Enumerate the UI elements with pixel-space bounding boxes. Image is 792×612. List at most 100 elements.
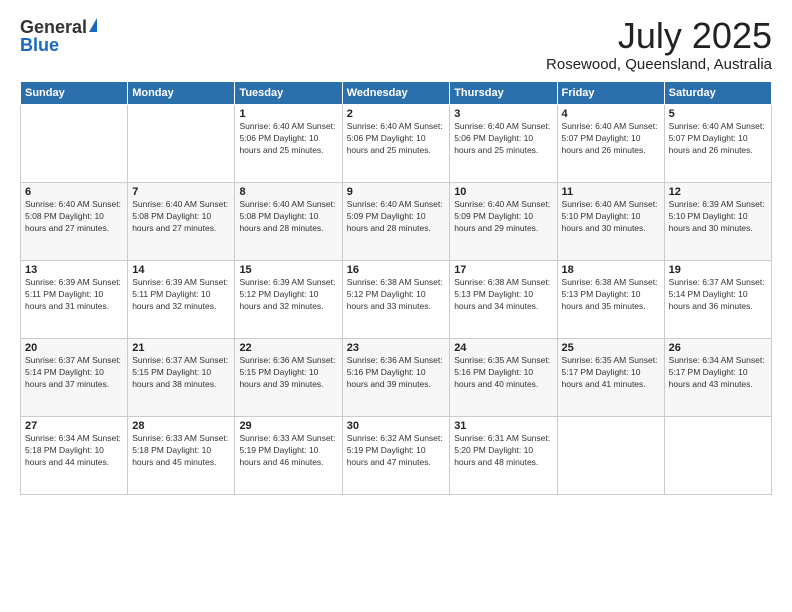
day-number: 28	[132, 420, 230, 432]
day-number: 30	[347, 420, 445, 432]
day-number: 8	[239, 186, 337, 198]
day-number: 26	[669, 342, 767, 354]
calendar-day-cell: 30Sunrise: 6:32 AM Sunset: 5:19 PM Dayli…	[342, 417, 449, 495]
day-number: 15	[239, 264, 337, 276]
day-info: Sunrise: 6:38 AM Sunset: 5:12 PM Dayligh…	[347, 277, 445, 313]
day-info: Sunrise: 6:35 AM Sunset: 5:16 PM Dayligh…	[454, 355, 552, 391]
day-info: Sunrise: 6:40 AM Sunset: 5:06 PM Dayligh…	[454, 121, 552, 157]
day-number: 13	[25, 264, 123, 276]
day-info: Sunrise: 6:40 AM Sunset: 5:07 PM Dayligh…	[562, 121, 660, 157]
calendar-day-cell: 6Sunrise: 6:40 AM Sunset: 5:08 PM Daylig…	[21, 183, 128, 261]
calendar-day-cell: 22Sunrise: 6:36 AM Sunset: 5:15 PM Dayli…	[235, 339, 342, 417]
calendar-day-cell: 23Sunrise: 6:36 AM Sunset: 5:16 PM Dayli…	[342, 339, 449, 417]
calendar-day-cell: 14Sunrise: 6:39 AM Sunset: 5:11 PM Dayli…	[128, 261, 235, 339]
calendar-week-row: 1Sunrise: 6:40 AM Sunset: 5:06 PM Daylig…	[21, 105, 772, 183]
calendar-day-cell: 9Sunrise: 6:40 AM Sunset: 5:09 PM Daylig…	[342, 183, 449, 261]
day-number: 1	[239, 108, 337, 120]
calendar-day-cell: 18Sunrise: 6:38 AM Sunset: 5:13 PM Dayli…	[557, 261, 664, 339]
day-info: Sunrise: 6:33 AM Sunset: 5:19 PM Dayligh…	[239, 433, 337, 469]
calendar-weekday-header: Monday	[128, 82, 235, 105]
calendar-header-row: SundayMondayTuesdayWednesdayThursdayFrid…	[21, 82, 772, 105]
day-number: 6	[25, 186, 123, 198]
day-info: Sunrise: 6:39 AM Sunset: 5:11 PM Dayligh…	[132, 277, 230, 313]
calendar-weekday-header: Tuesday	[235, 82, 342, 105]
calendar-day-cell: 8Sunrise: 6:40 AM Sunset: 5:08 PM Daylig…	[235, 183, 342, 261]
day-info: Sunrise: 6:35 AM Sunset: 5:17 PM Dayligh…	[562, 355, 660, 391]
day-number: 2	[347, 108, 445, 120]
calendar-day-cell: 13Sunrise: 6:39 AM Sunset: 5:11 PM Dayli…	[21, 261, 128, 339]
day-info: Sunrise: 6:37 AM Sunset: 5:15 PM Dayligh…	[132, 355, 230, 391]
calendar-day-cell: 21Sunrise: 6:37 AM Sunset: 5:15 PM Dayli…	[128, 339, 235, 417]
location-title: Rosewood, Queensland, Australia	[546, 56, 772, 73]
calendar-day-cell: 1Sunrise: 6:40 AM Sunset: 5:06 PM Daylig…	[235, 105, 342, 183]
day-number: 20	[25, 342, 123, 354]
calendar-week-row: 20Sunrise: 6:37 AM Sunset: 5:14 PM Dayli…	[21, 339, 772, 417]
calendar-day-cell: 15Sunrise: 6:39 AM Sunset: 5:12 PM Dayli…	[235, 261, 342, 339]
calendar-day-cell: 17Sunrise: 6:38 AM Sunset: 5:13 PM Dayli…	[450, 261, 557, 339]
title-block: July 2025 Rosewood, Queensland, Australi…	[546, 18, 772, 73]
day-number: 10	[454, 186, 552, 198]
page: General Blue July 2025 Rosewood, Queensl…	[0, 0, 792, 612]
day-number: 3	[454, 108, 552, 120]
day-info: Sunrise: 6:32 AM Sunset: 5:19 PM Dayligh…	[347, 433, 445, 469]
day-number: 29	[239, 420, 337, 432]
day-number: 22	[239, 342, 337, 354]
day-info: Sunrise: 6:37 AM Sunset: 5:14 PM Dayligh…	[25, 355, 123, 391]
calendar-day-cell: 29Sunrise: 6:33 AM Sunset: 5:19 PM Dayli…	[235, 417, 342, 495]
calendar-day-cell: 2Sunrise: 6:40 AM Sunset: 5:06 PM Daylig…	[342, 105, 449, 183]
calendar-day-cell: 26Sunrise: 6:34 AM Sunset: 5:17 PM Dayli…	[664, 339, 771, 417]
day-number: 19	[669, 264, 767, 276]
day-number: 24	[454, 342, 552, 354]
calendar-weekday-header: Friday	[557, 82, 664, 105]
calendar-day-cell	[128, 105, 235, 183]
day-info: Sunrise: 6:39 AM Sunset: 5:10 PM Dayligh…	[669, 199, 767, 235]
day-info: Sunrise: 6:39 AM Sunset: 5:11 PM Dayligh…	[25, 277, 123, 313]
day-info: Sunrise: 6:40 AM Sunset: 5:06 PM Dayligh…	[239, 121, 337, 157]
calendar-weekday-header: Wednesday	[342, 82, 449, 105]
day-number: 12	[669, 186, 767, 198]
calendar-day-cell	[557, 417, 664, 495]
day-info: Sunrise: 6:40 AM Sunset: 5:07 PM Dayligh…	[669, 121, 767, 157]
calendar-day-cell: 16Sunrise: 6:38 AM Sunset: 5:12 PM Dayli…	[342, 261, 449, 339]
header: General Blue July 2025 Rosewood, Queensl…	[20, 18, 772, 73]
day-info: Sunrise: 6:34 AM Sunset: 5:17 PM Dayligh…	[669, 355, 767, 391]
day-info: Sunrise: 6:38 AM Sunset: 5:13 PM Dayligh…	[454, 277, 552, 313]
day-number: 7	[132, 186, 230, 198]
logo-icon	[89, 18, 97, 32]
calendar-day-cell: 20Sunrise: 6:37 AM Sunset: 5:14 PM Dayli…	[21, 339, 128, 417]
day-number: 23	[347, 342, 445, 354]
day-info: Sunrise: 6:31 AM Sunset: 5:20 PM Dayligh…	[454, 433, 552, 469]
calendar-day-cell: 24Sunrise: 6:35 AM Sunset: 5:16 PM Dayli…	[450, 339, 557, 417]
day-info: Sunrise: 6:40 AM Sunset: 5:08 PM Dayligh…	[25, 199, 123, 235]
calendar-day-cell: 12Sunrise: 6:39 AM Sunset: 5:10 PM Dayli…	[664, 183, 771, 261]
day-number: 14	[132, 264, 230, 276]
day-info: Sunrise: 6:40 AM Sunset: 5:09 PM Dayligh…	[454, 199, 552, 235]
day-number: 25	[562, 342, 660, 354]
day-number: 4	[562, 108, 660, 120]
calendar-week-row: 6Sunrise: 6:40 AM Sunset: 5:08 PM Daylig…	[21, 183, 772, 261]
day-info: Sunrise: 6:36 AM Sunset: 5:15 PM Dayligh…	[239, 355, 337, 391]
calendar-weekday-header: Sunday	[21, 82, 128, 105]
calendar-table: SundayMondayTuesdayWednesdayThursdayFrid…	[20, 81, 772, 495]
day-info: Sunrise: 6:34 AM Sunset: 5:18 PM Dayligh…	[25, 433, 123, 469]
calendar-weekday-header: Thursday	[450, 82, 557, 105]
calendar-week-row: 27Sunrise: 6:34 AM Sunset: 5:18 PM Dayli…	[21, 417, 772, 495]
calendar-day-cell: 28Sunrise: 6:33 AM Sunset: 5:18 PM Dayli…	[128, 417, 235, 495]
calendar-day-cell: 10Sunrise: 6:40 AM Sunset: 5:09 PM Dayli…	[450, 183, 557, 261]
day-info: Sunrise: 6:36 AM Sunset: 5:16 PM Dayligh…	[347, 355, 445, 391]
calendar-day-cell: 31Sunrise: 6:31 AM Sunset: 5:20 PM Dayli…	[450, 417, 557, 495]
calendar-day-cell: 7Sunrise: 6:40 AM Sunset: 5:08 PM Daylig…	[128, 183, 235, 261]
day-number: 11	[562, 186, 660, 198]
day-number: 18	[562, 264, 660, 276]
calendar-weekday-header: Saturday	[664, 82, 771, 105]
calendar-day-cell: 3Sunrise: 6:40 AM Sunset: 5:06 PM Daylig…	[450, 105, 557, 183]
day-info: Sunrise: 6:40 AM Sunset: 5:08 PM Dayligh…	[239, 199, 337, 235]
calendar-day-cell: 11Sunrise: 6:40 AM Sunset: 5:10 PM Dayli…	[557, 183, 664, 261]
day-info: Sunrise: 6:40 AM Sunset: 5:06 PM Dayligh…	[347, 121, 445, 157]
month-year-title: July 2025	[546, 18, 772, 54]
logo: General Blue	[20, 18, 97, 54]
calendar-day-cell	[21, 105, 128, 183]
day-number: 16	[347, 264, 445, 276]
day-number: 9	[347, 186, 445, 198]
calendar-week-row: 13Sunrise: 6:39 AM Sunset: 5:11 PM Dayli…	[21, 261, 772, 339]
